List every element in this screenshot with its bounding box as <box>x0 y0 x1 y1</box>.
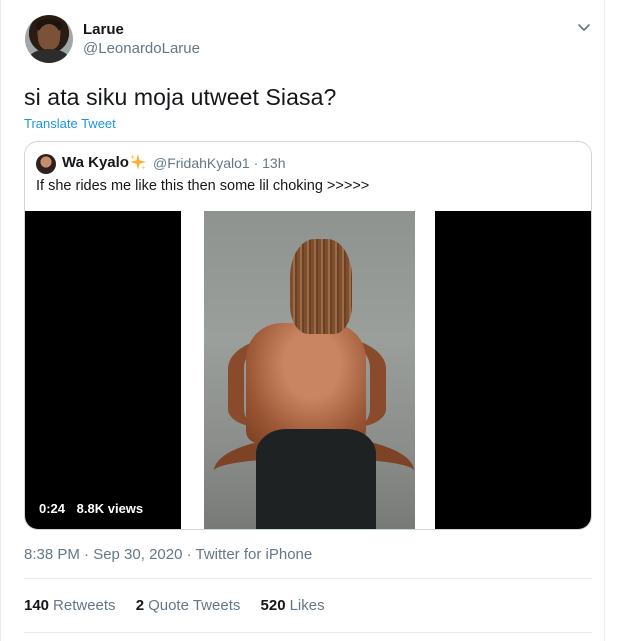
video-duration: 0:24 <box>39 501 66 516</box>
retweets-stat[interactable]: 140 Retweets <box>24 597 116 614</box>
likes-count: 520 <box>260 597 286 614</box>
quoted-author-avatar <box>36 154 56 174</box>
tweet-text: si ata siku moja utweet Siasa? <box>24 84 337 110</box>
avatar-face <box>38 24 60 50</box>
likes-label: Likes <box>289 597 325 614</box>
divider <box>24 578 592 579</box>
video-views: 8.8K views <box>76 501 144 516</box>
retweets-label: Retweets <box>53 597 116 614</box>
engagement-stats: 140 Retweets 2 Quote Tweets 520 Likes <box>24 597 341 614</box>
author-handle[interactable]: @LeonardoLarue <box>83 40 200 57</box>
thumbnail-hair <box>290 239 352 334</box>
quoted-author-handle: @FridahKyalo1 · 13h <box>153 155 286 171</box>
quote-tweets-stat[interactable]: 2 Quote Tweets <box>136 597 241 614</box>
chevron-down-icon[interactable] <box>577 20 591 34</box>
avatar-shirt <box>29 49 69 63</box>
tweet-card: Larue @LeonardoLarue si ata siku moja ut… <box>0 0 605 641</box>
video-thumbnail <box>204 211 415 529</box>
sparkles-icon <box>130 154 146 170</box>
quoted-tweet-text: If she rides me like this then some lil … <box>36 178 370 194</box>
author-avatar[interactable] <box>25 15 73 63</box>
quoted-tweet[interactable]: Wa Kyalo @FridahKyalo1 · 13h If she ride… <box>24 141 592 530</box>
video-player[interactable]: 0:24 8.8K views <box>25 211 591 529</box>
quote-tweets-label: Quote Tweets <box>148 597 241 614</box>
translate-tweet-link[interactable]: Translate Tweet <box>24 116 116 131</box>
thumbnail-back <box>246 323 366 443</box>
quoted-author-name: Wa Kyalo <box>62 154 129 171</box>
video-stats: 0:24 8.8K views <box>39 501 151 516</box>
thumbnail-shorts <box>256 429 376 529</box>
tweet-timestamp[interactable]: 8:38 PM · Sep 30, 2020 · Twitter for iPh… <box>24 546 312 563</box>
retweets-count: 140 <box>24 597 50 614</box>
divider <box>24 632 592 633</box>
likes-stat[interactable]: 520 Likes <box>261 597 325 614</box>
quote-tweets-count: 2 <box>135 597 145 614</box>
author-name[interactable]: Larue <box>83 21 124 38</box>
